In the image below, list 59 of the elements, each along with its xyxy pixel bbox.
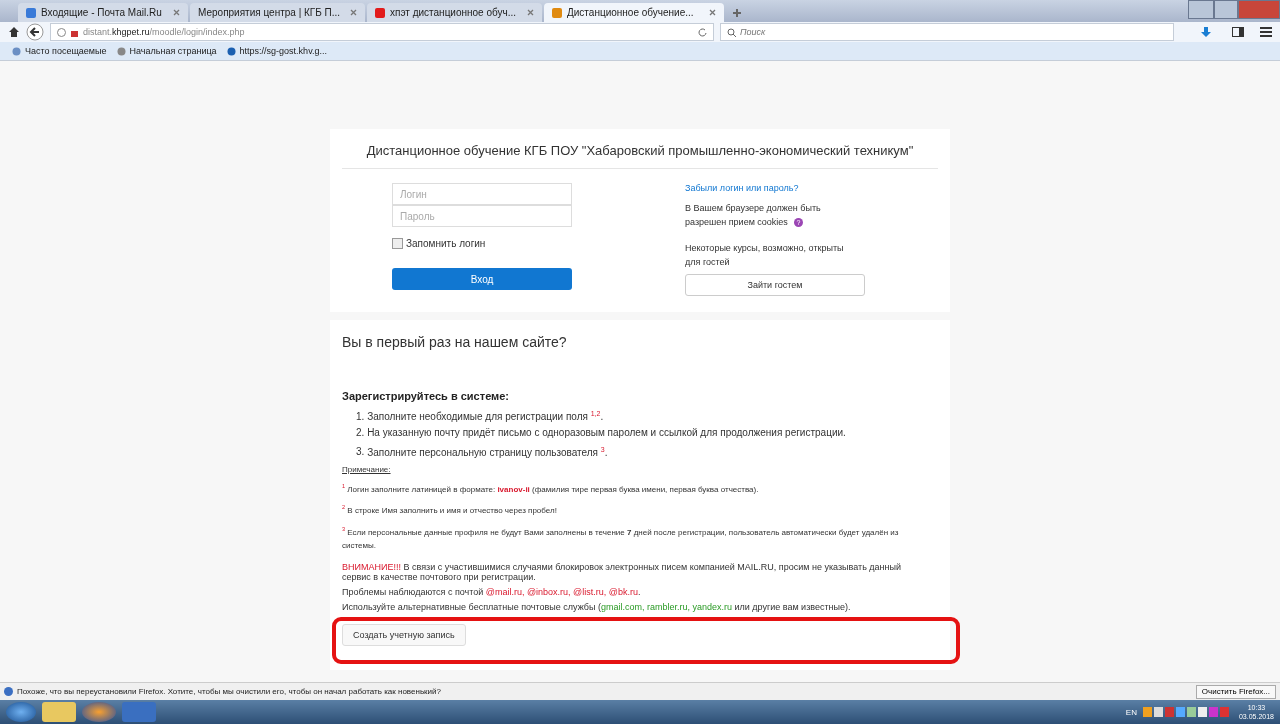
footnote-text: $^{3}$ Если персональные данные профиля не будут Вами заполнены в течение 7 дней после регистрации, пользователь автоматически будет удалён из системы. [342, 524, 900, 552]
password-field[interactable]: Пароль [392, 205, 572, 227]
refresh-firefox-button[interactable]: Очистить Firefox... [1195, 684, 1276, 699]
forgot-password-link[interactable]: Забыли логин или пароль? [685, 183, 938, 193]
start-button[interactable] [6, 702, 36, 722]
footnote-text: $^{2}$ В строке Имя заполнить и имя и отчество через пробел! [342, 503, 558, 517]
create-account-button[interactable]: Создать учетную запись [342, 623, 466, 646]
remember-checkbox[interactable] [392, 238, 403, 249]
browser-tab[interactable]: Входящие - Почта Mail.Ru [18, 3, 188, 22]
download-icon[interactable] [1200, 26, 1212, 38]
site-title: Дистанционное обучение КГБ ПОУ "Хабаровский промышленно-экономический техникум" [342, 143, 938, 169]
note-heading: Примечание: [342, 464, 392, 474]
step-number: 1. [356, 411, 366, 423]
step-number: 3. [356, 446, 366, 458]
warning-text: Используйте альтернативные бесплатные почтовые службы (gmail.com, rambler.ru, yandex.ru или другие вам известные). [342, 601, 852, 612]
back-icon[interactable] [26, 23, 44, 41]
sidebar-icon[interactable] [1232, 27, 1244, 37]
guest-login-button[interactable]: Зайти гостем [685, 274, 865, 296]
language-indicator[interactable]: EN [1125, 707, 1137, 717]
signup-step: Заполните персональную страницу пользователя $^{3}$. [367, 446, 608, 458]
warning-text: Проблемы наблюдаются с почтой @mail.ru, @inbox.ru, @list.ru, @bk.ru. [342, 586, 642, 597]
signup-step: Заполните необходимые для регистрации поля $^{1,2}$. [367, 411, 604, 423]
minimize-button[interactable] [1188, 0, 1214, 19]
bookmark-icon [116, 46, 126, 56]
bookmark-link[interactable]: Часто посещаемые [12, 46, 107, 56]
username-field[interactable]: Логин [392, 183, 572, 205]
browser-tab[interactable]: хпэт дистанционное обуч... [367, 3, 542, 22]
home-icon[interactable] [8, 26, 20, 38]
signup-heading: Зарегистрируйтесь в системе: [342, 390, 511, 402]
bookmark-link[interactable]: https://sg-gost.khv.g... [226, 46, 327, 56]
remember-label: Запомнить логин [406, 238, 486, 249]
close-tab-icon[interactable] [173, 9, 180, 16]
browser-tab[interactable]: Мероприятия центра | КГБ П... [190, 3, 365, 22]
close-tab-icon[interactable] [527, 9, 534, 16]
signup-step: На указанную почту придёт письмо с одноразовым паролем и ссылкой для продолжения регистрации. [367, 427, 846, 439]
footnote-text: $^{1}$ Логин заполните латиницей в формате: ivanov-ii (фамилия тире первая буква имени, первая буква отчества). [342, 481, 760, 496]
address-bar[interactable]: distant.khgpet.ru/moodle/login/index.php [50, 23, 714, 41]
warning-text: ВНИМАНИЕ!!! В связи с участившимися случаями блокировок электронных писем компанией MAIL.RU, просим не указывать данный сервис в качестве почтового при регистрации. [342, 561, 903, 582]
search-field[interactable]: Поиск [720, 23, 1174, 41]
signup-title: Вы в первый раз на нашем сайте? [342, 334, 568, 350]
new-tab-icon[interactable] [732, 8, 742, 18]
notification-text: Похоже, что вы переустановили Firefox. Хотите, чтобы мы очистили его, чтобы он начал работать как новенький? [17, 687, 441, 696]
reload-icon[interactable] [698, 27, 707, 37]
browser-tab[interactable]: Дистанционное обучение... [544, 3, 724, 22]
login-button[interactable]: Вход [392, 268, 572, 290]
bookmark-icon [226, 46, 236, 56]
step-number: 2. [356, 427, 366, 439]
tab-favicon-icon [375, 7, 385, 18]
bookmark-link[interactable]: Начальная страница [116, 46, 217, 56]
bookmark-icon [12, 46, 21, 56]
close-tab-icon[interactable] [350, 9, 357, 16]
tab-favicon-icon [26, 7, 36, 18]
tab-favicon-icon [552, 7, 562, 18]
close-tab-icon[interactable] [709, 9, 716, 16]
maximize-button[interactable] [1214, 0, 1238, 19]
search-icon [727, 27, 736, 37]
menu-icon[interactable] [1260, 27, 1272, 37]
guest-note: Некоторые курсы, возможно, открыты для гостей [685, 242, 845, 269]
browser-taskbar-icon[interactable] [82, 702, 116, 722]
